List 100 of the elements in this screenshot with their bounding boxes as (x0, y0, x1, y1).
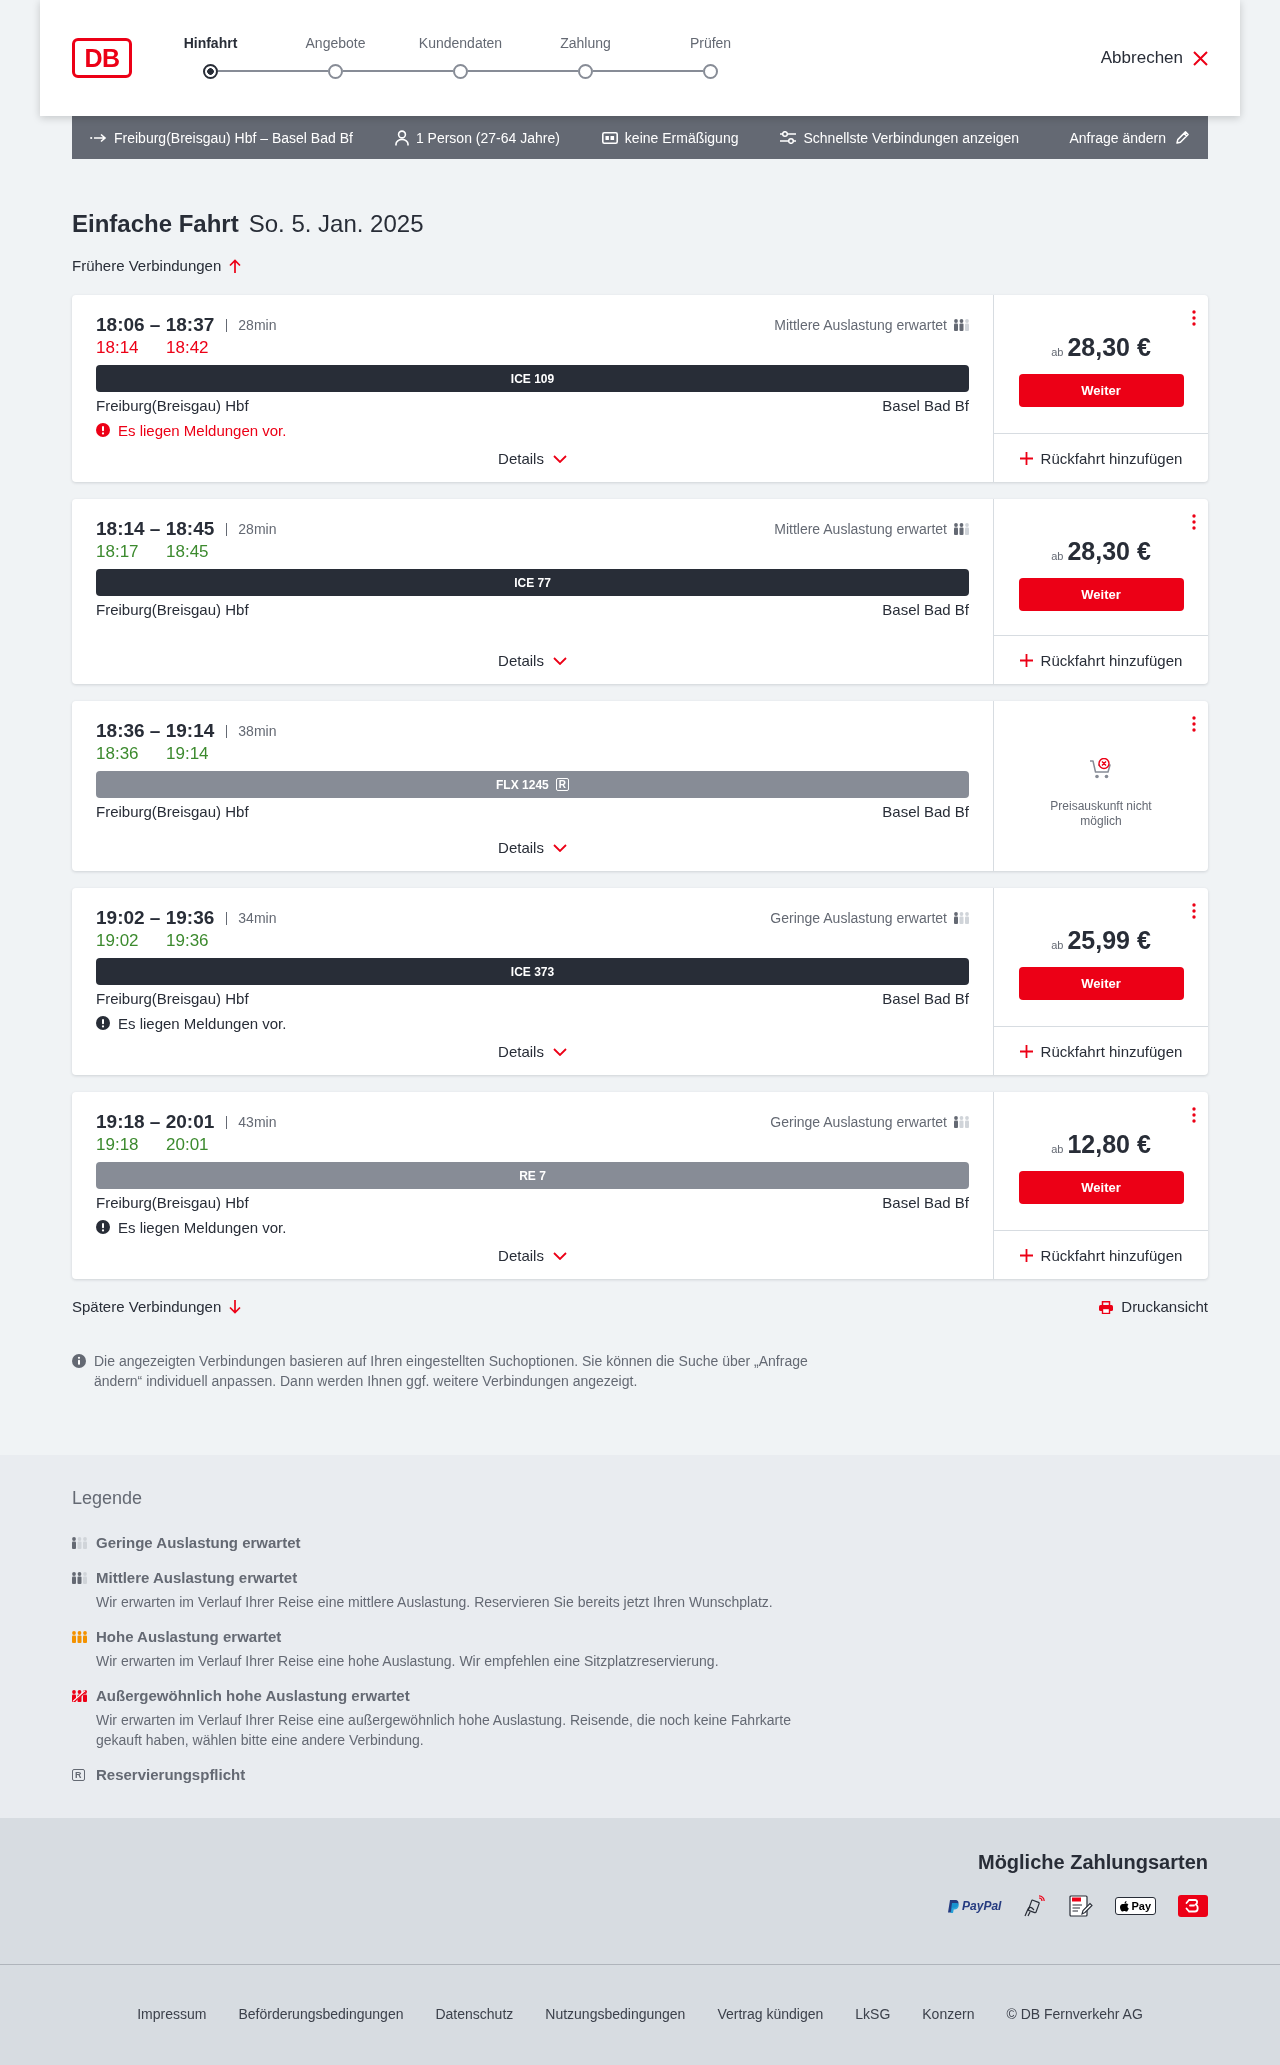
printer-icon (1099, 1300, 1114, 1314)
planned-times: 19:02 – 19:36 (96, 906, 215, 930)
continue-button[interactable]: Weiter (1018, 1171, 1184, 1204)
details-button[interactable]: Details (498, 649, 567, 673)
realtime-departure: 19:18 (96, 1134, 140, 1156)
train-bar: ICE 77 (96, 569, 969, 596)
message-text: Es liegen Meldungen vor. (118, 1218, 287, 1236)
copyright-text: © DB Fernverkehr AG (1006, 2005, 1143, 2024)
train-bar: ICE 109 (96, 365, 969, 392)
footer-link[interactable]: Nutzungsbedingungen (545, 2004, 686, 2024)
occupancy-text: Geringe Auslastung erwartet (770, 1114, 947, 1130)
realtime-arrival: 19:14 (166, 743, 209, 765)
paypal-icon (948, 1899, 960, 1913)
add-return-trip-button[interactable]: Rückfahrt hinzufügen (994, 433, 1208, 482)
arrow-down-icon (229, 1300, 242, 1314)
plus-icon (1019, 653, 1033, 667)
legend-description: Wir erwarten im Verlauf Ihrer Reise eine hohe Auslastung. Wir empfehlen eine Sitzplatzreservierung. (96, 1652, 720, 1671)
more-options-button[interactable] (1192, 310, 1196, 326)
details-button[interactable]: Details (498, 836, 567, 860)
arrival-station: Basel Bad Bf (882, 1193, 969, 1213)
departure-station: Freiburg(Breisgau) Hbf (96, 600, 249, 620)
planned-times: 18:06 – 18:37 (96, 313, 215, 337)
more-icon (1192, 310, 1196, 326)
add-return-trip-button[interactable]: Rückfahrt hinzufügen (994, 1026, 1208, 1075)
add-return-trip-button[interactable]: Rückfahrt hinzufügen (994, 635, 1208, 684)
legend-title: Hohe Auslastung erwartet (96, 1627, 283, 1647)
more-icon (1192, 1107, 1196, 1123)
price-prefix: ab (1051, 939, 1064, 951)
realtime-arrival: 20:01 (166, 1134, 209, 1156)
apple-pay-label: Pay (1131, 1899, 1151, 1913)
more-icon (1192, 716, 1196, 732)
chevron-down-icon (552, 1048, 567, 1056)
footer-link[interactable]: Konzern (922, 2004, 975, 2024)
arrival-station: Basel Bad Bf (882, 600, 969, 620)
route-text: Freiburg(Breisgau) Hbf – Basel Bad Bf (114, 129, 353, 146)
plus-icon (1019, 1248, 1033, 1262)
legend-title: Mittlere Auslastung erwartet (96, 1568, 299, 1588)
info-note: Die angezeigten Verbindungen basieren auf Ihren eingestellten Suchoptionen. Sie können die Suche über „Anfrage ändern“ individuell anpassen. Dann werden Ihnen ggf. weitere Verbindungen angezeigt. (94, 1352, 809, 1391)
legend-title: Außergewöhnlich hohe Auslastung erwartet (96, 1686, 411, 1706)
planned-times: 18:36 – 19:14 (96, 719, 215, 743)
details-button[interactable]: Details (498, 447, 567, 471)
price-unavailable-text: Preisauskunft nicht möglich (1049, 799, 1153, 829)
occupancy-text: Mittlere Auslastung erwartet (774, 317, 947, 333)
plus-icon (1019, 451, 1033, 465)
train-bar: RE 7 (96, 1162, 969, 1189)
departure-station: Freiburg(Breisgau) Hbf (96, 1193, 249, 1213)
price-text: 28,30 € (1067, 536, 1151, 566)
price-text: 25,99 € (1067, 925, 1151, 955)
realtime-arrival: 18:42 (166, 337, 209, 359)
more-options-button[interactable] (1192, 1107, 1196, 1123)
train-label: FLX 1245 (496, 777, 549, 792)
footer-link[interactable]: Impressum (137, 2004, 207, 2024)
more-options-button[interactable] (1192, 903, 1196, 919)
travellers-text: 1 Person (27-64 Jahre) (415, 129, 560, 146)
arrival-station: Basel Bad Bf (882, 802, 969, 822)
earlier-connections-link[interactable]: Frühere Verbindungen (72, 256, 242, 276)
footer-link[interactable]: Vertrag kündigen (717, 2004, 824, 2024)
reservation-badge: R (555, 778, 569, 791)
sliders-icon (780, 131, 797, 144)
realtime-departure: 18:36 (96, 743, 140, 765)
reservation-badge: R (72, 1769, 85, 1781)
chevron-down-icon (552, 657, 567, 665)
arrow-right-icon (90, 132, 107, 143)
price-prefix: ab (1051, 346, 1064, 358)
info-icon (72, 1354, 86, 1368)
realtime-departure: 18:14 (96, 337, 140, 359)
continue-button[interactable]: Weiter (1018, 374, 1184, 407)
arrival-station: Basel Bad Bf (882, 989, 969, 1009)
add-return-trip-button[interactable]: Rückfahrt hinzufügen (994, 1230, 1208, 1279)
later-connections-link[interactable]: Spätere Verbindungen (72, 1297, 242, 1317)
details-button[interactable]: Details (498, 1244, 567, 1268)
step-label: Zahlung (560, 34, 611, 52)
footer-link[interactable]: Beförderungsbedingungen (238, 2004, 404, 2024)
more-options-button[interactable] (1192, 716, 1196, 732)
payment-methods-heading: Mögliche Zahlungsarten (977, 1850, 1208, 1875)
person-icon (394, 129, 409, 146)
search-option-text: Schnellste Verbindungen anzeigen (803, 129, 1020, 146)
duration-text: 43min (238, 1114, 277, 1130)
continue-button[interactable]: Weiter (1018, 967, 1184, 1000)
realtime-arrival: 18:45 (166, 541, 209, 563)
step-label: Kundendaten (418, 34, 503, 52)
departure-station: Freiburg(Breisgau) Hbf (96, 802, 249, 822)
price-prefix: ab (1051, 1143, 1064, 1155)
trip-type-title: Einfache Fahrt (72, 209, 239, 239)
details-button[interactable]: Details (498, 1040, 567, 1064)
message-text: Es liegen Meldungen vor. (118, 1014, 287, 1032)
apple-icon (1120, 1900, 1130, 1912)
continue-button[interactable]: Weiter (1018, 578, 1184, 611)
close-icon (1193, 50, 1208, 66)
card-icon (601, 131, 618, 144)
edit-request-button[interactable]: Anfrage ändern (1069, 129, 1190, 146)
logo-tile-icon (1178, 1895, 1208, 1917)
footer-link[interactable]: LkSG (855, 2004, 891, 2024)
footer-link[interactable]: Datenschutz (435, 2004, 514, 2024)
cancel-button[interactable]: Abbrechen (1100, 44, 1208, 72)
more-options-button[interactable] (1192, 514, 1196, 530)
step-label: Hinfahrt (183, 34, 238, 52)
print-view-link[interactable]: Druckansicht (1099, 1297, 1208, 1317)
legend-title: Geringe Auslastung erwartet (96, 1533, 302, 1553)
db-logo[interactable]: DB (72, 38, 132, 78)
